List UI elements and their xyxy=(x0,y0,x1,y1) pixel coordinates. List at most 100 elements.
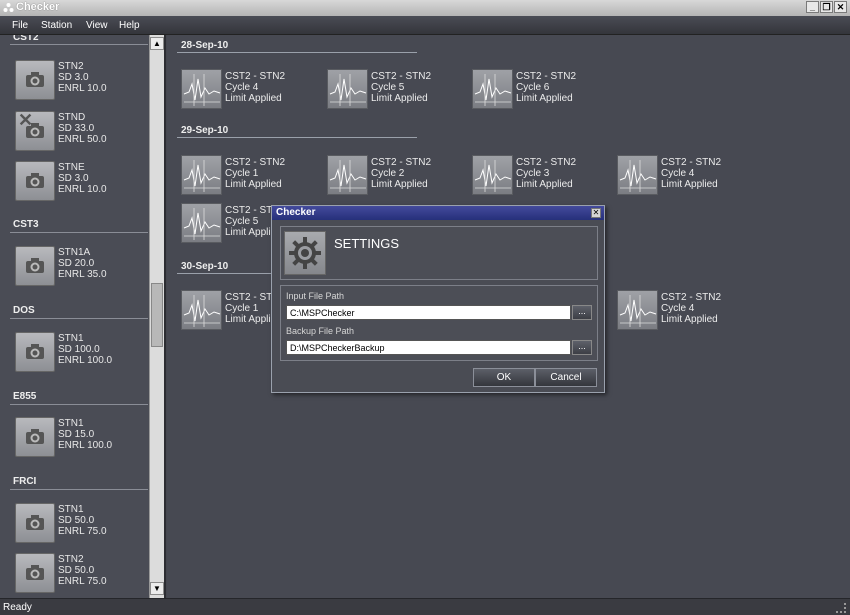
cycle-info: CST2 - STN2 Cycle 4 Limit Applied xyxy=(225,71,285,104)
station-item[interactable]: STN1 SD 15.0 ENRL 100.0 xyxy=(15,417,145,459)
input-browse-button[interactable]: ... xyxy=(572,305,592,320)
station-info: STN1 SD 50.0 ENRL 75.0 xyxy=(58,504,107,537)
group-header-e855: E855 xyxy=(13,391,37,402)
cycle-tile[interactable]: CST2 - STN2 Cycle 4 Limit Applied xyxy=(617,155,757,199)
date-header: 28-Sep-10 xyxy=(181,40,229,51)
station-item[interactable]: STN1A SD 20.0 ENRL 35.0 xyxy=(15,246,145,288)
backup-path-label: Backup File Path xyxy=(286,326,355,336)
station-enrl: ENRL 100.0 xyxy=(58,355,113,366)
date-divider xyxy=(177,52,417,53)
dialog-body: Input File Path ... Backup File Path ... xyxy=(280,285,598,361)
station-item[interactable]: STN1 SD 100.0 ENRL 100.0 xyxy=(15,332,145,374)
camera-icon xyxy=(15,246,55,286)
menu-file[interactable]: File xyxy=(12,20,28,31)
cycle-number: Cycle 4 xyxy=(661,303,695,314)
camera-icon xyxy=(15,332,55,372)
station-info: STN2 SD 50.0 ENRL 75.0 xyxy=(58,554,107,587)
cycle-title: CST2 - STN2 xyxy=(371,71,432,82)
date-header: 30-Sep-10 xyxy=(181,261,229,272)
camera-icon xyxy=(15,60,55,100)
menu-view[interactable]: View xyxy=(86,20,108,31)
station-sd: SD 20.0 xyxy=(58,258,95,269)
chart-icon xyxy=(327,69,368,109)
station-item[interactable]: STNE SD 3.0 ENRL 10.0 xyxy=(15,161,145,203)
cycle-status: Limit Applied xyxy=(516,179,573,190)
chart-icon xyxy=(181,203,222,243)
sidebar-scrollbar[interactable]: ▲ ▼ xyxy=(149,35,164,598)
station-info: STN2 SD 3.0 ENRL 10.0 xyxy=(58,61,107,94)
station-info: STN1 SD 100.0 ENRL 100.0 xyxy=(58,333,112,366)
station-info: STN1A SD 20.0 ENRL 35.0 xyxy=(58,247,107,280)
date-header: 29-Sep-10 xyxy=(181,125,229,136)
station-name: STN1 xyxy=(58,418,84,429)
station-sidebar: CST2 STN2 SD 3.0 ENRL 10.0 ✕ STND SD 33.… xyxy=(0,35,166,598)
scroll-thumb[interactable] xyxy=(151,283,163,347)
minimize-button[interactable]: _ xyxy=(806,1,819,13)
cycle-title: CST2 - STN2 xyxy=(225,157,286,168)
station-item[interactable]: STN2 SD 3.0 ENRL 10.0 xyxy=(15,60,145,102)
cycle-number: Cycle 4 xyxy=(661,168,695,179)
restore-button[interactable]: ❐ xyxy=(820,1,833,13)
dialog-title: Checker xyxy=(276,207,316,218)
menu-help[interactable]: Help xyxy=(119,20,140,31)
station-sd: SD 33.0 xyxy=(58,123,95,134)
station-name: STND xyxy=(58,112,86,123)
input-path-field[interactable] xyxy=(286,305,571,320)
app-icon xyxy=(3,3,14,12)
station-item[interactable]: STN1 SD 50.0 ENRL 75.0 xyxy=(15,503,145,545)
group-divider xyxy=(10,489,148,490)
station-enrl: ENRL 35.0 xyxy=(58,269,107,280)
chart-icon xyxy=(617,155,658,195)
cycle-tile[interactable]: CST2 - STN2 Cycle 6 Limit Applied xyxy=(472,69,612,113)
station-name: STN2 xyxy=(58,61,84,72)
station-sd: SD 3.0 xyxy=(58,173,89,184)
cycle-tile[interactable]: CST2 - STN2 Cycle 1 Limit Applied xyxy=(181,155,321,199)
scroll-down-button[interactable]: ▼ xyxy=(150,582,164,595)
station-item[interactable]: STN2 SD 50.0 ENRL 75.0 xyxy=(15,553,145,595)
station-item[interactable]: ✕ STND SD 33.0 ENRL 50.0 xyxy=(15,110,145,153)
dialog-close-button[interactable]: ✕ xyxy=(591,208,601,218)
chart-icon xyxy=(181,155,222,195)
cycle-info: CST2 - STN2 Cycle 5 Limit Applied xyxy=(371,71,431,104)
station-sd: SD 50.0 xyxy=(58,565,95,576)
cycle-title: CST2 - STN2 xyxy=(225,71,286,82)
station-enrl: ENRL 10.0 xyxy=(58,184,107,195)
station-enrl: ENRL 10.0 xyxy=(58,83,107,94)
station-name: STNE xyxy=(58,162,85,173)
ok-button[interactable]: OK xyxy=(473,368,535,387)
status-bar: Ready xyxy=(0,598,850,615)
chart-icon xyxy=(181,69,222,109)
cycle-info: CST2 - STN2 Cycle 4 Limit Applied xyxy=(661,157,721,190)
camera-icon xyxy=(15,417,55,457)
dialog-title-bar[interactable]: Checker ✕ xyxy=(272,206,604,220)
cycle-tile[interactable]: CST2 - STN2 Cycle 3 Limit Applied xyxy=(472,155,612,199)
backup-browse-button[interactable]: ... xyxy=(572,340,592,355)
station-list: CST2 STN2 SD 3.0 ENRL 10.0 ✕ STND SD 33.… xyxy=(0,35,149,598)
cycle-title: CST2 - STN2 xyxy=(661,157,722,168)
resize-grip-icon[interactable] xyxy=(836,603,846,613)
backup-path-field[interactable] xyxy=(286,340,571,355)
cycle-status: Limit Applied xyxy=(371,179,428,190)
menu-station[interactable]: Station xyxy=(41,20,72,31)
station-info: STND SD 33.0 ENRL 50.0 xyxy=(58,112,107,145)
cycle-status: Limit Applied xyxy=(661,179,718,190)
cycle-tile[interactable]: CST2 - STN2 Cycle 5 Limit Applied xyxy=(327,69,467,113)
station-info: STNE SD 3.0 ENRL 10.0 xyxy=(58,162,107,195)
scroll-up-button[interactable]: ▲ xyxy=(150,37,164,50)
cycle-status: Limit Applied xyxy=(371,93,428,104)
camera-icon xyxy=(15,503,55,543)
cycle-number: Cycle 5 xyxy=(371,82,405,93)
cycle-tile[interactable]: CST2 - STN2 Cycle 4 Limit Applied xyxy=(617,290,757,334)
cycle-tile[interactable]: CST2 - STN2 Cycle 4 Limit Applied xyxy=(181,69,321,113)
cycle-tile[interactable]: CST2 - STN2 Cycle 2 Limit Applied xyxy=(327,155,467,199)
station-info: STN1 SD 15.0 ENRL 100.0 xyxy=(58,418,112,451)
station-sd: SD 3.0 xyxy=(58,72,89,83)
close-button[interactable]: ✕ xyxy=(834,1,847,13)
cycle-title: CST2 - STN2 xyxy=(371,157,432,168)
station-sd: SD 100.0 xyxy=(58,344,100,355)
cancel-button[interactable]: Cancel xyxy=(535,368,597,387)
disabled-x-icon: ✕ xyxy=(18,110,34,130)
dialog-header: SETTINGS xyxy=(280,226,598,280)
window-title: Checker xyxy=(16,1,60,13)
group-divider xyxy=(10,232,148,233)
